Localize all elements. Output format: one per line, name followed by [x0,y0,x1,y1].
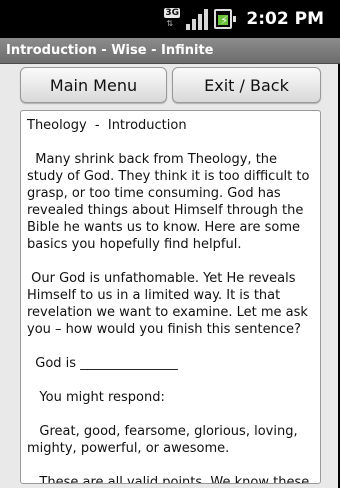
signal-strength-icon [186,8,209,30]
lesson-paragraph-2: Our God is unfathomable. Yet He reveals … [27,271,313,337]
network-type-label: 3G [164,8,181,18]
clock-time: 2:02 [246,9,289,29]
lesson-paragraph-5: Great, good, fearsome, glorious, loving,… [27,424,302,456]
clock-period: PM [294,9,324,29]
lesson-paragraph-1: Many shrink back from Theology, the stud… [27,152,314,252]
battery-charging-icon: ⚡ [214,8,237,30]
app-title: Introduction - Wise - Infinite [6,43,214,58]
app-content-area: Main Menu Exit / Back Theology - Introdu… [0,64,340,488]
status-clock: 2:02 PM [246,9,324,29]
lesson-paragraph-6: These are all valid points. We know thes… [39,475,310,484]
data-activity-icon: ⇅ [166,19,174,28]
status-bar: 3G ⇅ ⚡ 2:02 PM [0,0,340,38]
exit-back-button[interactable]: Exit / Back [172,67,321,103]
lesson-heading: Theology - Introduction [27,118,187,133]
main-menu-button[interactable]: Main Menu [20,67,167,103]
title-bar: Introduction - Wise - Infinite [0,38,340,64]
phone-screen: 3G ⇅ ⚡ 2:02 PM Introduction - Wise - Inf… [0,0,340,488]
lesson-paragraph-3: God is _______________ [27,356,178,371]
lesson-paragraph-4: You might respond: [27,390,165,405]
lesson-text-box[interactable]: Theology - Introduction Many shrink back… [20,110,321,484]
network-3g-icon: 3G ⇅ [164,8,181,30]
